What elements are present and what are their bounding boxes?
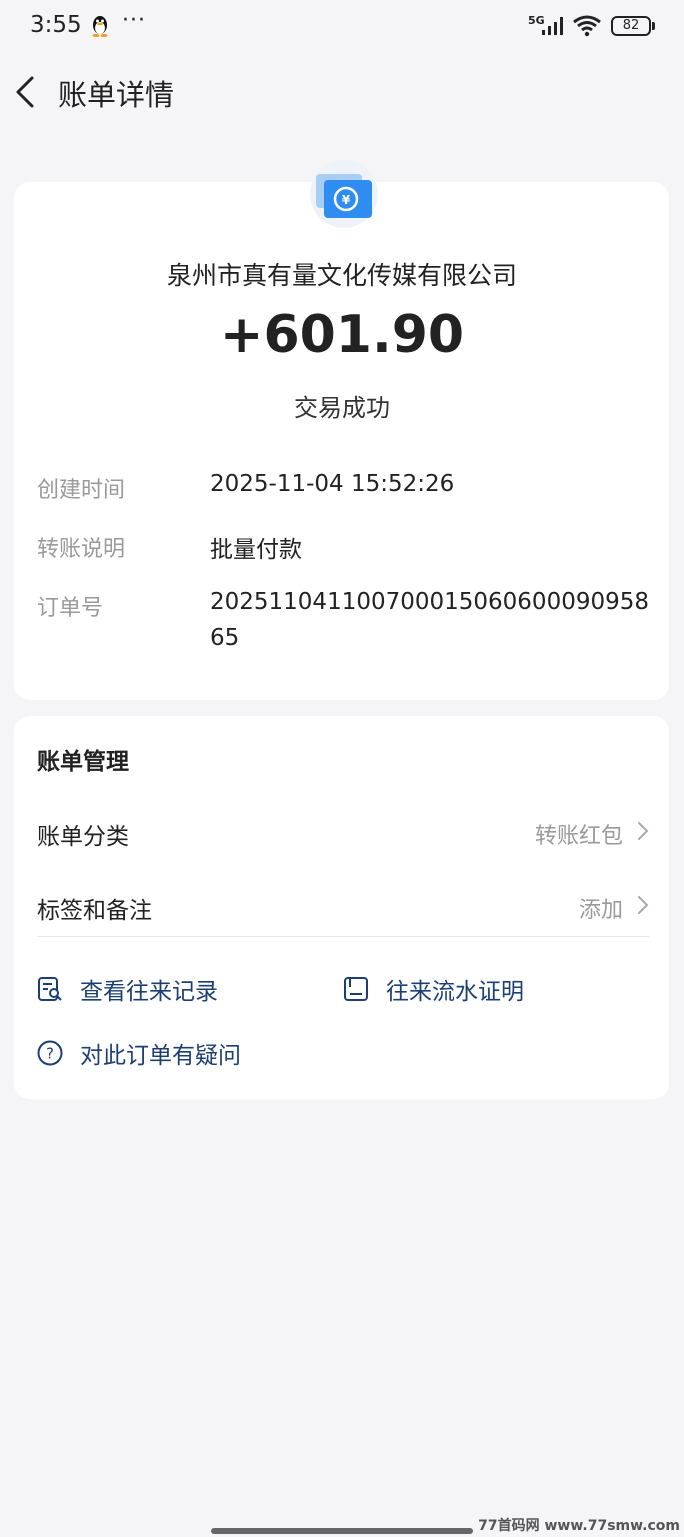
statement-icon xyxy=(344,977,368,1001)
transfer-note-label: 转账说明 xyxy=(37,537,126,562)
order-number-value[interactable]: 20251104110070001506060009095865 xyxy=(210,584,650,656)
wifi-icon xyxy=(573,15,601,37)
payer-name: 泉州市真有量文化传媒有限公司 xyxy=(166,261,517,290)
tag-note-value: 添加 xyxy=(578,898,623,923)
divider xyxy=(37,936,649,937)
page-title: 账单详情 xyxy=(58,78,175,112)
chevron-right-icon xyxy=(638,822,649,840)
battery-icon: 82 xyxy=(611,16,655,36)
transfer-yuan-icon: ¥ xyxy=(310,160,378,228)
view-history-label: 查看往来记录 xyxy=(80,979,218,1005)
cellular-signal-icon xyxy=(542,17,563,35)
statement-proof-button[interactable]: 往来流水证明 xyxy=(342,972,524,1006)
bill-management-title: 账单管理 xyxy=(37,749,129,775)
battery-tip xyxy=(652,22,655,30)
home-indicator[interactable] xyxy=(211,1528,473,1534)
record-search-icon xyxy=(38,977,62,1001)
view-history-button[interactable]: 查看往来记录 xyxy=(36,972,218,1006)
bill-detail-page: 3:55 ··· 5G 82 账单详情 ¥ 泉州市真有量文化传媒有限公司 +60… xyxy=(0,0,684,1537)
more-notifications-icon: ··· xyxy=(122,8,146,33)
status-bar: 3:55 ··· 5G 82 xyxy=(0,0,684,54)
order-question-button[interactable]: ? 对此订单有疑问 xyxy=(36,1036,241,1070)
question-icon: ? xyxy=(37,1040,63,1066)
back-arrow-icon[interactable] xyxy=(12,74,42,110)
status-time: 3:55 xyxy=(30,12,82,38)
svg-text:?: ? xyxy=(46,1045,54,1063)
chevron-right-icon xyxy=(638,896,649,914)
qq-penguin-icon xyxy=(92,16,108,38)
transaction-amount: +601.90 xyxy=(219,305,465,365)
svg-text:¥: ¥ xyxy=(342,193,351,207)
navigation-bar: 账单详情 xyxy=(0,60,684,124)
order-question-label: 对此订单有疑问 xyxy=(80,1043,241,1069)
created-time-value: 2025-11-04 15:52:26 xyxy=(210,471,455,497)
transfer-note-value: 批量付款 xyxy=(210,537,302,563)
watermark-text: 77首码网 www.77smw.com xyxy=(478,1518,680,1534)
bill-category-label: 账单分类 xyxy=(37,824,129,850)
bill-category-value: 转账红包 xyxy=(534,824,623,849)
statement-proof-label: 往来流水证明 xyxy=(386,979,524,1005)
order-number-label: 订单号 xyxy=(37,596,104,621)
battery-level: 82 xyxy=(611,16,651,36)
tag-note-label: 标签和备注 xyxy=(37,898,152,924)
transaction-status: 交易成功 xyxy=(294,394,390,422)
created-time-label: 创建时间 xyxy=(37,478,126,503)
